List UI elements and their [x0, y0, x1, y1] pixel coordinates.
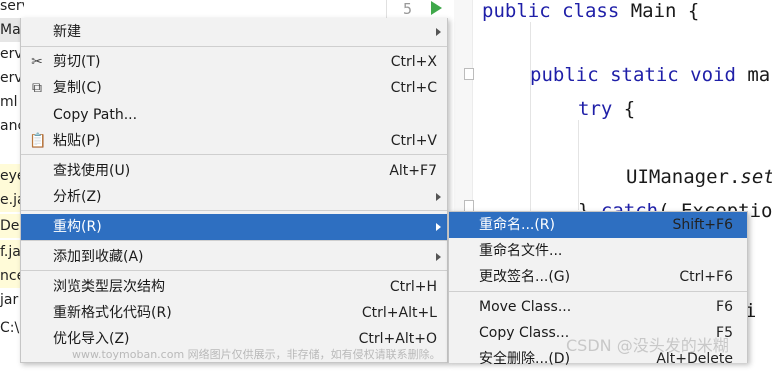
submenu-item[interactable]: 重命名...(R) Shift+F6: [449, 212, 747, 238]
menu-item[interactable]: Copy Path...: [21, 102, 447, 128]
line-number: 5: [403, 0, 413, 18]
menu-separator: [21, 210, 447, 211]
run-icon[interactable]: [431, 1, 442, 15]
code-token: {: [623, 98, 636, 120]
csdn-watermark: CSDN @没头发的米糊: [566, 336, 729, 355]
scissors-icon: ✂: [31, 54, 43, 70]
submenu-item[interactable]: Move Class... F6: [449, 294, 747, 320]
menu-item-shortcut: Ctrl+C: [390, 80, 437, 96]
menu-item-label: 复制(C): [53, 80, 102, 96]
menu-item[interactable]: ⧉ 复制(C) Ctrl+C: [21, 75, 447, 101]
menu-item-label: 重构(R): [53, 219, 102, 235]
menu-item-label: 剪切(T): [53, 54, 101, 70]
menu-separator: [21, 270, 447, 271]
code-line: public static void ma: [530, 64, 770, 86]
menu-item-shortcut: Ctrl+X: [390, 54, 437, 70]
submenu-item-label: 更改签名...(G): [479, 269, 571, 285]
copy-icon: ⧉: [32, 80, 42, 96]
menu-item[interactable]: 新建: [21, 19, 447, 45]
menu-item-shortcut: Ctrl+Alt+L: [361, 305, 437, 321]
submenu-item[interactable]: 重命名文件...: [449, 238, 747, 264]
menu-item-label: Copy Path...: [53, 107, 138, 123]
tree-item[interactable]: server: [0, 0, 24, 18]
submenu-arrow-icon: [436, 223, 441, 231]
submenu-arrow-icon: [436, 193, 441, 201]
code-token: ma: [747, 64, 771, 86]
submenu-item-shortcut: Shift+F6: [672, 217, 733, 233]
code-token: Main {: [630, 0, 700, 22]
menu-separator: [449, 291, 747, 292]
menu-item[interactable]: 查找使用(U) Alt+F7: [21, 158, 447, 184]
menu-item-label: 粘贴(P): [53, 133, 101, 149]
code-token: public class: [482, 0, 631, 22]
menu-item[interactable]: 重构(R): [21, 214, 447, 240]
submenu-item-label: 重命名文件...: [479, 243, 563, 259]
menu-item[interactable]: ✂ 剪切(T) Ctrl+X: [21, 49, 447, 75]
submenu-item-label: Move Class...: [479, 299, 572, 315]
menu-item-label: 查找使用(U): [53, 163, 131, 179]
submenu-arrow-icon: [436, 253, 441, 261]
menu-item[interactable]: 重新格式化代码(R) Ctrl+Alt+L: [21, 300, 447, 326]
submenu-item-shortcut: Ctrl+F6: [679, 269, 733, 285]
submenu-item-label: Copy Class...: [479, 325, 570, 341]
submenu-item[interactable]: 更改签名...(G) Ctrl+F6: [449, 264, 747, 290]
menu-item-label: 新建: [53, 24, 81, 40]
submenu-item-label: 重命名...(R): [479, 217, 556, 233]
menu-separator: [21, 240, 447, 241]
menu-item[interactable]: 📋 粘贴(P) Ctrl+V: [21, 128, 447, 154]
submenu-item-shortcut: F6: [716, 299, 733, 315]
menu-item-shortcut: Alt+F7: [389, 163, 437, 179]
menu-item-shortcut: Ctrl+H: [389, 279, 437, 295]
fold-marker-icon[interactable]: [464, 68, 474, 80]
submenu-arrow-icon: [436, 28, 441, 36]
context-menu: 新建 ✂ 剪切(T) Ctrl+X ⧉ 复制(C) Ctrl+C Copy Path... 📋 粘…: [20, 18, 448, 363]
code-line: public class Main {: [482, 0, 699, 22]
menu-separator: [21, 46, 447, 47]
code-line: try {: [578, 98, 635, 120]
indent-guide: [578, 120, 579, 210]
submenu-item-label: 安全删除...(D): [479, 351, 571, 367]
editor-header-strip: [386, 0, 454, 18]
menu-item-label: 重新格式化代码(R): [53, 305, 172, 321]
code-token: set: [740, 166, 772, 188]
menu-item[interactable]: 添加到收藏(A): [21, 244, 447, 270]
paste-icon: 📋: [29, 133, 47, 149]
menu-item-label: 添加到收藏(A): [53, 249, 144, 265]
code-token: UIManager.: [626, 166, 741, 188]
watermark-text: www.toymoban.com 网络图片仅供展示，非存储，如有侵权请联系删除。: [72, 348, 441, 361]
menu-separator: [21, 154, 447, 155]
menu-item[interactable]: 分析(Z): [21, 184, 447, 210]
code-token: public static void: [530, 64, 748, 86]
menu-item-label: 分析(Z): [53, 189, 102, 205]
menu-item-label: 浏览类型层次结构: [53, 279, 165, 295]
menu-item[interactable]: 浏览类型层次结构 Ctrl+H: [21, 274, 447, 300]
menu-item-shortcut: Ctrl+V: [390, 133, 437, 149]
code-token: try: [578, 98, 624, 120]
code-line: UIManager.set: [626, 166, 772, 188]
